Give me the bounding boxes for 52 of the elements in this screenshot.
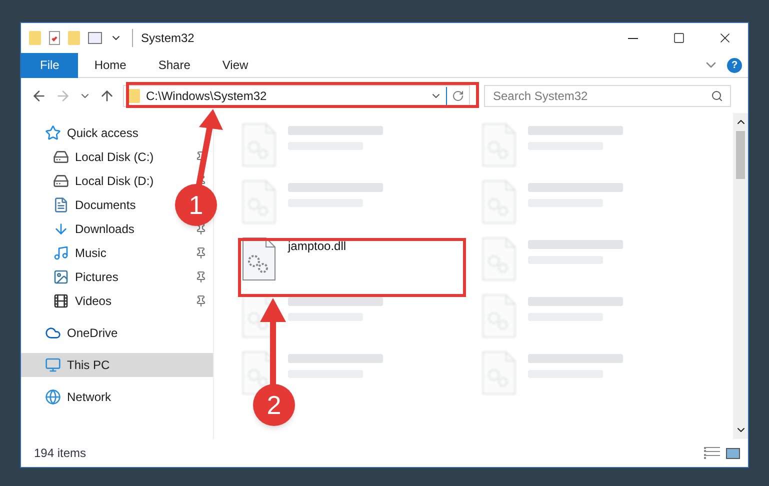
help-button[interactable]: ? <box>727 58 742 72</box>
nav-item[interactable]: This PC <box>21 353 213 377</box>
ribbon-tab[interactable]: View <box>206 52 264 78</box>
music-icon <box>53 245 69 261</box>
nav-label: This PC <box>67 357 110 374</box>
large-icons-view-icon[interactable] <box>726 448 740 458</box>
nav-item[interactable]: Pictures <box>75 268 118 286</box>
nav-item[interactable]: Quick access <box>21 121 213 145</box>
nav-item[interactable]: Network <box>21 385 213 409</box>
maximize-icon <box>673 32 685 44</box>
pictures-icon <box>53 269 69 285</box>
drive-c-icon <box>53 149 69 165</box>
nav-item[interactable]: Videos <box>75 292 112 310</box>
pc-icon <box>45 357 61 373</box>
cloud-icon <box>45 325 61 341</box>
ribbon-tab[interactable]: Home <box>78 52 142 78</box>
scroll-thumb[interactable] <box>736 131 745 179</box>
nav-item[interactable]: Documents <box>75 196 136 214</box>
network-icon <box>45 389 61 405</box>
nav-label: OneDrive <box>67 325 118 342</box>
search-icon <box>711 90 723 102</box>
back-icon[interactable] <box>31 88 47 104</box>
window-title: System32 <box>132 29 194 47</box>
dll-file-icon <box>242 237 276 281</box>
nav-item[interactable]: Music <box>75 244 106 262</box>
search-field[interactable]: Search System32 <box>484 84 731 106</box>
scrollbar[interactable] <box>733 113 748 439</box>
details-view-icon[interactable] <box>704 447 720 459</box>
folder-icon <box>128 88 140 102</box>
item-count: 194 items <box>34 445 86 462</box>
refresh-icon[interactable] <box>452 90 464 102</box>
nav-item[interactable]: OneDrive <box>21 321 213 345</box>
nav-item[interactable]: Local Disk (C:) <box>75 148 154 166</box>
ribbon-tab[interactable]: Share <box>142 52 206 78</box>
nav-label: Quick access <box>67 125 138 142</box>
quick-icon <box>45 125 61 141</box>
nav-item[interactable]: Local Disk (D:) <box>75 172 154 190</box>
up-icon[interactable] <box>99 88 115 104</box>
videos-icon <box>53 293 69 309</box>
drive-icon <box>53 173 69 189</box>
view-icon[interactable] <box>88 32 102 44</box>
nav-item[interactable]: Downloads <box>75 220 134 238</box>
documents-icon <box>53 197 69 213</box>
file-item[interactable]: jamptoo.dll <box>238 233 478 290</box>
ribbon-tab[interactable]: File <box>21 52 78 78</box>
downloads-icon <box>53 221 69 237</box>
address-path: C:\Windows\System32 <box>146 88 267 104</box>
address-bar[interactable]: C:\Windows\System32 <box>123 84 470 106</box>
file-name: jamptoo.dll <box>288 238 346 255</box>
properties-icon[interactable] <box>49 31 60 45</box>
forward-icon[interactable] <box>55 88 71 104</box>
nav-label: Network <box>67 389 112 406</box>
